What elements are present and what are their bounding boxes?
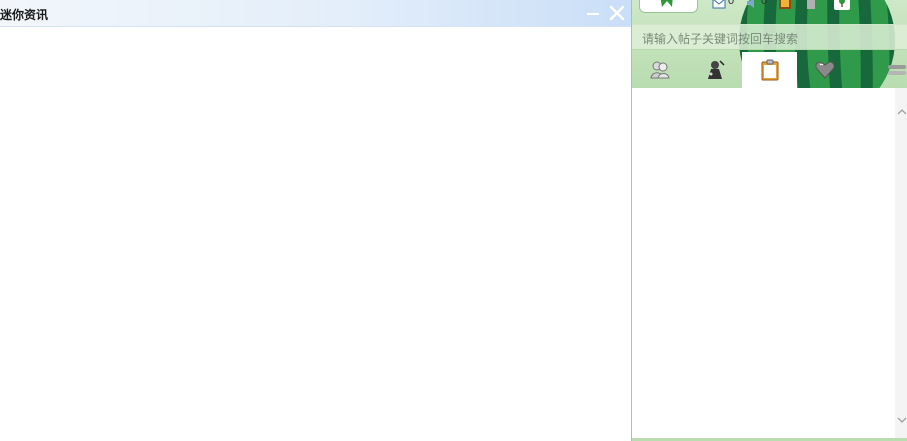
mail-icon[interactable]	[712, 0, 726, 10]
community-icon	[707, 60, 725, 79]
trash-icon[interactable]	[804, 0, 818, 10]
status-toolbar: 0 0	[632, 0, 907, 14]
heart-icon	[814, 61, 835, 79]
minimize-button[interactable]	[584, 4, 602, 22]
tab-posts[interactable]	[742, 52, 797, 88]
side-panel: 0 0 请输入帖子关键词按回车搜索	[631, 0, 907, 441]
tree-icon[interactable]	[834, 0, 850, 10]
tab-strip	[632, 52, 907, 88]
picture-icon[interactable]	[778, 0, 792, 10]
window-title: 迷你资讯	[0, 8, 49, 22]
minimize-icon	[587, 13, 599, 15]
mini-news-window: 迷你资讯	[0, 0, 631, 441]
friends-icon	[649, 61, 670, 79]
header-skin: 0 0 请输入帖子关键词按回车搜索	[632, 0, 907, 88]
close-icon	[609, 5, 625, 21]
post-list-area	[632, 88, 894, 441]
sound-count: 0	[761, 0, 768, 7]
tab-more[interactable]	[853, 52, 907, 88]
mail-count: 0	[728, 0, 735, 7]
tab-friends[interactable]	[632, 52, 687, 88]
clipboard-icon	[761, 59, 778, 81]
close-button[interactable]	[608, 4, 626, 22]
vertical-scrollbar[interactable]	[895, 88, 907, 441]
post-search-input[interactable]: 请输入帖子关键词按回车搜索	[632, 24, 907, 50]
list-icon	[888, 65, 906, 75]
search-placeholder: 请输入帖子关键词按回车搜索	[642, 32, 799, 46]
leaf-icon	[660, 0, 673, 7]
speaker-icon[interactable]	[745, 0, 759, 10]
tab-favorites[interactable]	[797, 52, 852, 88]
tab-community[interactable]	[687, 52, 742, 88]
title-bar[interactable]: 迷你资讯	[0, 0, 631, 27]
scroll-down-icon[interactable]	[897, 412, 907, 423]
scroll-up-icon[interactable]	[897, 104, 907, 115]
user-card[interactable]	[639, 0, 698, 13]
news-content-area	[0, 27, 631, 441]
